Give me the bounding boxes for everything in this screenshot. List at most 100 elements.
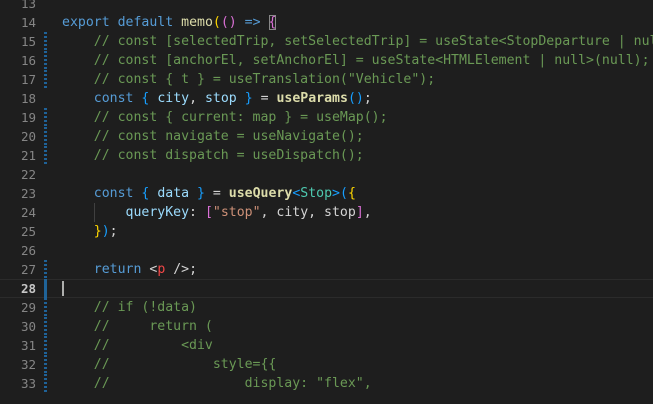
line-number: 27 (20, 262, 36, 277)
code-token: export (62, 15, 110, 30)
indent-guide (94, 203, 95, 222)
code-token: // const navigate = useNavigate(); (62, 129, 364, 144)
code-token: , (363, 205, 372, 220)
line-content: // const { current: map } = useMap(); (62, 108, 653, 127)
line-content: // const dispatch = useDispatch(); (62, 146, 653, 165)
code-line[interactable]: 18 const { city, stop } = useParams(); (0, 89, 653, 108)
code-token: // display: "flex", (62, 376, 372, 391)
line-number: 23 (20, 186, 36, 201)
line-content: }); (62, 222, 653, 241)
git-change-indicator[interactable] (44, 260, 47, 279)
code-token: useParams (276, 91, 348, 106)
code-token: />; (165, 262, 198, 277)
code-line[interactable]: 17 // const { t } = useTranslation("Vehi… (0, 70, 653, 89)
line-content: const { data } = useQuery<Stop>({ (62, 184, 653, 203)
code-token: ) (101, 224, 110, 239)
code-token: city (149, 91, 190, 106)
code-line[interactable]: 25 }); (0, 222, 653, 241)
line-number: 14 (20, 15, 36, 30)
git-change-indicator[interactable] (44, 355, 47, 374)
git-change-indicator[interactable] (44, 374, 47, 393)
code-token: [ (204, 205, 213, 220)
code-token: const (93, 186, 134, 201)
code-token: "stop" (212, 205, 261, 220)
code-line[interactable]: 24 queryKey: ["stop", city, stop], (0, 203, 653, 222)
code-line[interactable]: 14 export default memo(() => { (0, 13, 653, 32)
git-change-indicator[interactable] (44, 336, 47, 355)
line-content: // <div (62, 336, 653, 355)
code-line[interactable]: 23 const { data } = useQuery<Stop>({ (0, 184, 653, 203)
line-number: 16 (20, 53, 36, 68)
code-token: = (252, 91, 277, 106)
code-line[interactable]: 33 // display: "flex", (0, 374, 653, 393)
line-number: 29 (20, 300, 36, 315)
code-token: return (93, 262, 142, 277)
code-token: } (197, 186, 205, 201)
line-number: 22 (20, 167, 36, 182)
code-token: // const { t } = useTranslation("Vehicle… (62, 72, 436, 87)
text-cursor (62, 281, 64, 296)
code-line[interactable]: 19 // const { current: map } = useMap(); (0, 108, 653, 127)
code-line[interactable]: 31 // <div (0, 336, 653, 355)
code-token: ( (340, 186, 348, 201)
line-number: 28 (20, 281, 36, 296)
code-token: : (189, 205, 205, 220)
code-line[interactable]: 32 // style={{ (0, 355, 653, 374)
code-line[interactable]: 27 return <p />; (0, 260, 653, 279)
code-line[interactable]: 28 (0, 279, 653, 298)
code-line[interactable]: 22 (0, 165, 653, 184)
git-change-indicator[interactable] (44, 317, 47, 336)
line-content: const { city, stop } = useParams(); (62, 89, 653, 108)
code-token: queryKey (62, 205, 190, 220)
code-token: memo (181, 15, 213, 30)
code-editor[interactable]: 13 14 export default memo(() => {15 // con… (0, 0, 653, 404)
code-token: // style={{ (62, 357, 277, 372)
code-token: { (347, 186, 356, 201)
line-number: 18 (20, 91, 36, 106)
line-number: 32 (20, 357, 36, 372)
line-content: // style={{ (62, 355, 653, 374)
git-change-indicator[interactable] (44, 51, 47, 70)
code-line[interactable]: 29 // if (!data) (0, 298, 653, 317)
code-line[interactable]: 26 (0, 241, 653, 260)
git-change-indicator[interactable] (44, 70, 47, 89)
git-change-indicator[interactable] (44, 108, 47, 127)
line-content: return <p />; (62, 260, 653, 279)
line-number: 21 (20, 148, 36, 163)
line-content: // const [selectedTrip, setSelectedTrip]… (62, 32, 653, 51)
code-line[interactable]: 15 // const [selectedTrip, setSelectedTr… (0, 32, 653, 51)
code-line[interactable]: 16 // const [anchorEl, setAnchorEl] = us… (0, 51, 653, 70)
code-token: // return ( (62, 319, 213, 334)
line-number: 19 (20, 110, 36, 125)
git-change-indicator[interactable] (44, 279, 47, 298)
code-line[interactable]: 20 // const navigate = useNavigate(); (0, 127, 653, 146)
git-change-indicator[interactable] (44, 298, 47, 317)
code-token: default (117, 15, 174, 30)
code-line[interactable]: 30 // return ( (0, 317, 653, 336)
code-token: , (189, 91, 205, 106)
code-token: } (244, 91, 253, 106)
code-token: , city, stop (260, 205, 356, 220)
line-content: // return ( (62, 317, 653, 336)
code-token: data (149, 186, 198, 201)
code-token: () (347, 91, 364, 106)
code-token: // <div (62, 338, 213, 353)
git-change-indicator[interactable] (44, 127, 47, 146)
code-line[interactable]: 21 // const dispatch = useDispatch(); (0, 146, 653, 165)
code-token: () (220, 15, 237, 30)
line-number: 17 (20, 72, 36, 87)
code-line[interactable]: 13 (0, 0, 653, 13)
line-number: 26 (20, 243, 36, 258)
git-change-indicator[interactable] (44, 32, 47, 51)
code-token: const (93, 91, 134, 106)
line-number: 24 (20, 205, 36, 220)
code-token: // const [selectedTrip, setSelectedTrip]… (62, 34, 653, 49)
line-number: 31 (20, 338, 36, 353)
git-change-indicator[interactable] (44, 146, 47, 165)
line-content: // if (!data) (62, 298, 653, 317)
line-number: 15 (20, 34, 36, 49)
